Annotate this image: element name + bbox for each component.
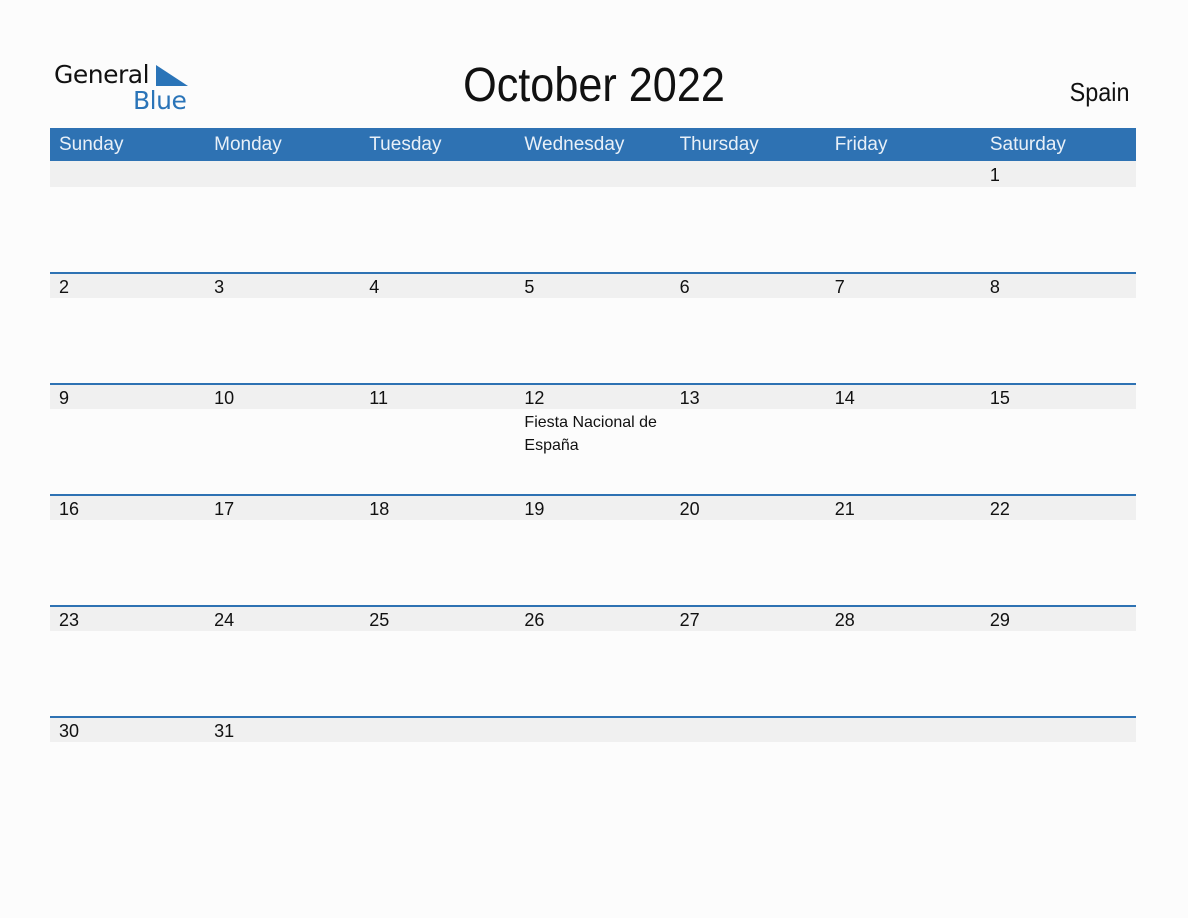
day-cell (515, 161, 670, 272)
day-cell: 16 (50, 494, 205, 605)
day-cell: 13 (671, 383, 826, 494)
day-cell: 12 Fiesta Nacional de España (515, 383, 670, 494)
day-cell: 8 (981, 272, 1136, 383)
day-number: 28 (834, 610, 855, 630)
day-cell: 14 (826, 383, 981, 494)
weekday-thursday: Thursday (679, 134, 759, 155)
day-cell: 29 (981, 605, 1136, 716)
day-number: 5 (524, 277, 535, 297)
week-row: 30 31 (50, 716, 1136, 827)
day-number: 6 (679, 277, 690, 297)
day-cell: 9 (50, 383, 205, 494)
day-cell: 21 (826, 494, 981, 605)
day-number: 13 (679, 388, 700, 408)
day-number: 2 (59, 277, 70, 297)
day-number: 17 (214, 499, 235, 519)
day-cell (205, 161, 360, 272)
day-number: 15 (989, 388, 1010, 408)
day-number: 26 (524, 610, 545, 630)
day-number: 18 (369, 499, 390, 519)
day-number: 29 (989, 610, 1010, 630)
day-number: 12 (524, 388, 545, 408)
week-row: 9 10 11 12 Fiesta Nacional de España 13 14 15 (50, 383, 1136, 494)
day-cell (515, 716, 670, 827)
weekday-header: Sunday Monday Tuesday Wednesday Thursday… (50, 128, 1136, 161)
day-cell: 23 (50, 605, 205, 716)
day-number: 4 (369, 277, 380, 297)
day-number: 16 (59, 499, 80, 519)
day-cell (671, 161, 826, 272)
day-cell (826, 161, 981, 272)
day-number: 27 (679, 610, 700, 630)
day-cell (50, 161, 205, 272)
day-cell: 10 (205, 383, 360, 494)
day-cell: 31 (205, 716, 360, 827)
day-cell: 18 (360, 494, 515, 605)
day-cell: 7 (826, 272, 981, 383)
weekday-friday: Friday (834, 134, 888, 155)
day-number: 30 (59, 721, 80, 741)
day-cell: 15 (981, 383, 1136, 494)
day-number: 1 (989, 165, 1000, 185)
day-cell (360, 161, 515, 272)
day-cell: 27 (671, 605, 826, 716)
day-cell: 3 (205, 272, 360, 383)
day-cell: 22 (981, 494, 1136, 605)
day-number: 14 (834, 388, 855, 408)
day-cell: 2 (50, 272, 205, 383)
day-cell (671, 716, 826, 827)
day-cell: 11 (360, 383, 515, 494)
weeks-container: 1 2 3 4 5 6 7 8 9 10 11 12 Fiesta Nacional de España… (50, 161, 1136, 827)
weekday-sunday: Sunday (59, 134, 124, 155)
day-cell (360, 716, 515, 827)
day-number: 23 (59, 610, 80, 630)
weekday-tuesday: Tuesday (369, 134, 442, 155)
day-number: 24 (214, 610, 235, 630)
day-cell: 26 (515, 605, 670, 716)
day-number: 8 (989, 277, 1000, 297)
calendar-grid: Sunday Monday Tuesday Wednesday Thursday… (50, 128, 1136, 827)
week-row: 16 17 18 19 20 21 22 (50, 494, 1136, 605)
day-number: 25 (369, 610, 390, 630)
calendar-title: October 2022 (463, 59, 725, 112)
day-number: 7 (834, 277, 845, 297)
day-cell: 20 (671, 494, 826, 605)
day-cell: 30 (50, 716, 205, 827)
day-cell: 5 (515, 272, 670, 383)
day-cell: 19 (515, 494, 670, 605)
day-cell: 25 (360, 605, 515, 716)
day-cell: 4 (360, 272, 515, 383)
week-row: 2 3 4 5 6 7 8 (50, 272, 1136, 383)
day-cell: 17 (205, 494, 360, 605)
day-number: 31 (214, 721, 235, 741)
holiday-event: Fiesta Nacional de España (524, 414, 657, 454)
weekday-monday: Monday (214, 134, 282, 155)
day-cell: 28 (826, 605, 981, 716)
day-number: 19 (524, 499, 545, 519)
day-cell (826, 716, 981, 827)
day-number: 20 (679, 499, 700, 519)
day-number: 3 (214, 277, 225, 297)
day-number: 9 (59, 388, 70, 408)
week-row: 1 (50, 161, 1136, 272)
day-cell (981, 716, 1136, 827)
day-number: 11 (369, 388, 388, 408)
day-cell: 24 (205, 605, 360, 716)
country-label: Spain (1069, 77, 1129, 107)
day-number: 21 (834, 499, 855, 519)
day-number: 10 (214, 388, 235, 408)
day-cell: 1 (981, 161, 1136, 272)
day-cell: 6 (671, 272, 826, 383)
week-row: 23 24 25 26 27 28 29 (50, 605, 1136, 716)
weekday-saturday: Saturday (989, 134, 1066, 155)
day-number: 22 (989, 499, 1010, 519)
weekday-wednesday: Wednesday (524, 134, 625, 155)
